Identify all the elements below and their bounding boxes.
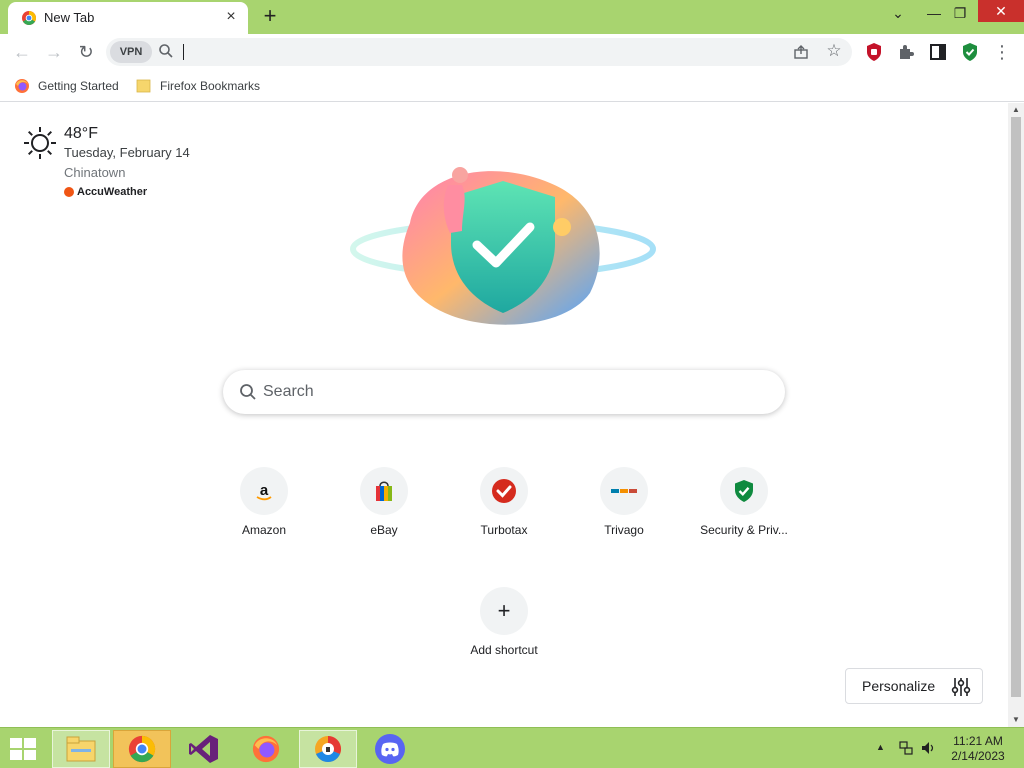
plus-icon: + [497, 598, 511, 623]
shield-check-icon [735, 480, 753, 502]
security-hero-illustration [350, 167, 656, 325]
discord-icon [375, 734, 405, 764]
shortcut-label: Security & Priv... [700, 523, 788, 537]
taskbar-discord[interactable] [361, 730, 419, 768]
extensions-puzzle-icon[interactable] [896, 42, 916, 62]
bookmark-label: Firefox Bookmarks [160, 79, 261, 93]
share-icon[interactable] [792, 43, 810, 61]
tray-expand-icon[interactable]: ▲ [876, 742, 885, 752]
firefox-icon [252, 735, 280, 763]
search-icon [240, 384, 256, 400]
search-box[interactable] [223, 370, 785, 414]
shortcut-tile: a [240, 467, 288, 515]
browser-toolbar: ← → ↻ VPN ☆ ⋮ [0, 34, 1024, 70]
search-input[interactable] [263, 380, 763, 404]
shortcut-amazon[interactable]: a Amazon [208, 465, 320, 553]
shortcut-ebay[interactable]: eBay [328, 465, 440, 553]
weather-date: Tuesday, February 14 [64, 145, 190, 160]
forward-button[interactable]: → [40, 38, 68, 66]
system-clock[interactable]: 11:21 AM 2/14/2023 [946, 734, 1010, 764]
back-button[interactable]: ← [8, 38, 36, 66]
tab-title: New Tab [44, 10, 95, 25]
secure-browser-icon [315, 736, 341, 762]
add-shortcut-label: Add shortcut [470, 643, 538, 657]
taskbar-file-explorer[interactable] [52, 730, 110, 768]
address-input[interactable] [182, 42, 782, 62]
amazon-icon: a [256, 482, 272, 501]
taskbar-chrome[interactable] [113, 730, 171, 768]
taskbar-visual-studio[interactable] [175, 730, 233, 768]
text-caret [183, 44, 184, 60]
tab-search-chevron-icon[interactable]: ⌄ [882, 0, 914, 28]
shortcut-tile [600, 467, 648, 515]
title-bar: New Tab × + ⌄ — ❐ ✕ [0, 0, 1024, 34]
bookmark-getting-started[interactable]: Getting Started [14, 76, 119, 96]
add-shortcut-button[interactable]: + Add shortcut [448, 585, 560, 673]
shortcut-label: eBay [370, 523, 398, 537]
shortcut-label: Trivago [604, 523, 644, 537]
shortcut-tile [360, 467, 408, 515]
new-tab-page: 48°F Tuesday, February 14 Chinatown Accu… [0, 103, 1008, 727]
shortcut-turbotax[interactable]: Turbotax [448, 465, 560, 553]
search-icon [159, 44, 173, 58]
network-icon[interactable] [898, 740, 914, 756]
new-tab-button[interactable]: + [258, 5, 282, 29]
shortcut-tile [720, 467, 768, 515]
shortcut-label: Amazon [241, 523, 287, 537]
chrome-icon [128, 735, 156, 763]
address-bar[interactable]: VPN ☆ [106, 38, 852, 66]
page-scrollbar[interactable]: ▲ ▼ [1008, 103, 1024, 727]
close-window-button[interactable]: ✕ [978, 0, 1024, 22]
taskbar: ▲ 11:21 AM 2/14/2023 [0, 727, 1024, 768]
shortcut-security-privacy[interactable]: Security & Priv... [688, 465, 800, 553]
taskbar-firefox[interactable] [237, 730, 295, 768]
accuweather-logo-icon [64, 187, 74, 197]
visual-studio-icon [189, 735, 218, 763]
security-shield-extension-icon[interactable] [960, 42, 980, 62]
weather-provider[interactable]: AccuWeather [64, 186, 147, 198]
reload-button[interactable]: ↻ [72, 38, 100, 66]
bookmarks-bar: Getting Started Firefox Bookmarks [0, 70, 1024, 102]
sliders-icon [951, 678, 971, 696]
tab-new-tab[interactable]: New Tab × [8, 2, 248, 34]
shortcut-tile [480, 467, 528, 515]
scroll-thumb[interactable] [1011, 117, 1021, 697]
tab-close-icon[interactable]: × [222, 8, 240, 26]
volume-icon[interactable] [920, 740, 936, 756]
vpn-button[interactable]: VPN [110, 41, 152, 63]
windows-start-icon[interactable] [6, 734, 40, 764]
scroll-down-arrow-icon[interactable]: ▼ [1008, 713, 1024, 727]
file-explorer-icon [66, 736, 96, 762]
turbotax-icon [492, 479, 516, 503]
folder-icon [136, 79, 151, 93]
shortcut-trivago[interactable]: Trivago [568, 465, 680, 553]
ebay-icon [376, 481, 392, 501]
personalize-button[interactable]: Personalize [845, 668, 983, 704]
weather-location[interactable]: Chinatown [64, 165, 125, 180]
add-shortcut-tile: + [480, 587, 528, 635]
personalize-label: Personalize [862, 678, 936, 694]
firefox-icon [15, 79, 29, 93]
browser-favicon-icon [22, 11, 36, 25]
bookmark-star-icon[interactable]: ☆ [824, 41, 844, 61]
weather-temperature: 48°F [64, 125, 98, 142]
weather-provider-label: AccuWeather [77, 186, 148, 198]
clock-time: 11:21 AM [953, 734, 1003, 748]
bookmark-firefox-bookmarks[interactable]: Firefox Bookmarks [136, 76, 260, 96]
svg-text:a: a [260, 482, 269, 499]
side-panel-icon[interactable] [928, 42, 948, 62]
taskbar-secure-browser[interactable] [299, 730, 357, 768]
ublock-shield-icon[interactable] [864, 42, 884, 62]
browser-menu-icon[interactable]: ⋮ [988, 38, 1016, 66]
trivago-icon [611, 489, 637, 493]
restore-button[interactable]: ❐ [944, 0, 976, 28]
shortcut-label: Turbotax [480, 523, 528, 537]
bookmark-label: Getting Started [38, 79, 119, 93]
sun-icon [24, 127, 56, 159]
scroll-up-arrow-icon[interactable]: ▲ [1008, 103, 1024, 117]
clock-date: 2/14/2023 [951, 749, 1005, 763]
